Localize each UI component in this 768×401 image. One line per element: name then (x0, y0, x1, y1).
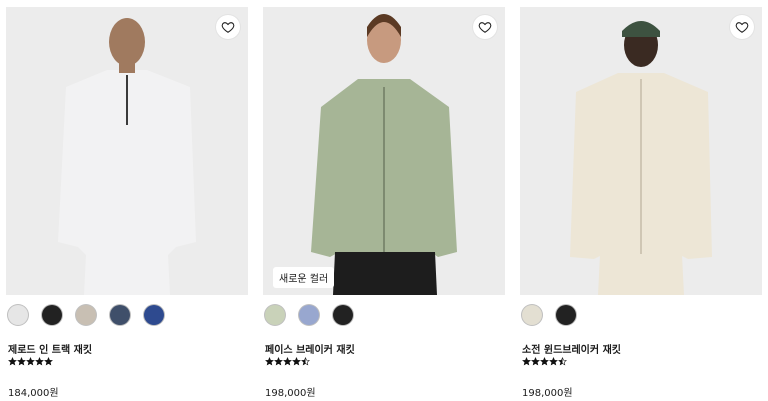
color-swatch[interactable] (76, 305, 96, 325)
star-icon (274, 357, 283, 366)
model-photo (311, 14, 457, 295)
product-image[interactable] (520, 7, 762, 295)
rating-stars (8, 357, 53, 366)
color-swatches (522, 305, 576, 325)
star-icon (558, 357, 567, 366)
model-pants (598, 255, 684, 295)
star-icon (549, 357, 558, 366)
star-icon (540, 357, 549, 366)
star-icon (44, 357, 53, 366)
product-grid: 제로드 인 트랙 재킷 184,000원 새로운 컬러 페이스 브레이커 재킷 … (0, 0, 768, 401)
star-icon (265, 357, 274, 366)
product-price: 184,000원 (8, 388, 59, 399)
star-icon (35, 357, 44, 366)
rating-stars (265, 357, 310, 366)
model-pants (333, 252, 437, 295)
star-icon (8, 357, 17, 366)
star-icon (301, 357, 310, 366)
star-icon (17, 357, 26, 366)
color-swatch[interactable] (42, 305, 62, 325)
new-color-badge: 새로운 컬러 (273, 267, 335, 288)
model-photo (570, 21, 712, 295)
color-swatches (265, 305, 353, 325)
star-icon (26, 357, 35, 366)
product-card[interactable]: 제로드 인 트랙 재킷 184,000원 (6, 7, 248, 399)
star-icon (531, 357, 540, 366)
color-swatch[interactable] (333, 305, 353, 325)
product-card[interactable]: 새로운 컬러 페이스 브레이커 재킷 198,000원 (263, 7, 505, 399)
product-price: 198,000원 (522, 388, 573, 399)
star-icon (283, 357, 292, 366)
color-swatches (8, 305, 164, 325)
product-name[interactable]: 페이스 브레이커 재킷 (265, 341, 355, 356)
star-icon (522, 357, 531, 366)
wishlist-heart-icon[interactable] (473, 15, 497, 39)
color-swatch[interactable] (265, 305, 285, 325)
color-swatch[interactable] (556, 305, 576, 325)
product-name[interactable]: 제로드 인 트랙 재킷 (8, 341, 92, 356)
product-image[interactable] (6, 7, 248, 295)
model-photo (58, 18, 196, 295)
color-swatch[interactable] (522, 305, 542, 325)
color-swatch[interactable] (110, 305, 130, 325)
product-price: 198,000원 (265, 388, 316, 399)
product-card[interactable]: 소전 윈드브레이커 재킷 198,000원 (520, 7, 762, 399)
color-swatch[interactable] (299, 305, 319, 325)
wishlist-heart-icon[interactable] (216, 15, 240, 39)
color-swatch[interactable] (144, 305, 164, 325)
product-image[interactable]: 새로운 컬러 (263, 7, 505, 295)
model-pants (84, 255, 170, 295)
wishlist-heart-icon[interactable] (730, 15, 754, 39)
rating-stars (522, 357, 567, 366)
product-name[interactable]: 소전 윈드브레이커 재킷 (522, 341, 621, 356)
color-swatch[interactable] (8, 305, 28, 325)
star-icon (292, 357, 301, 366)
